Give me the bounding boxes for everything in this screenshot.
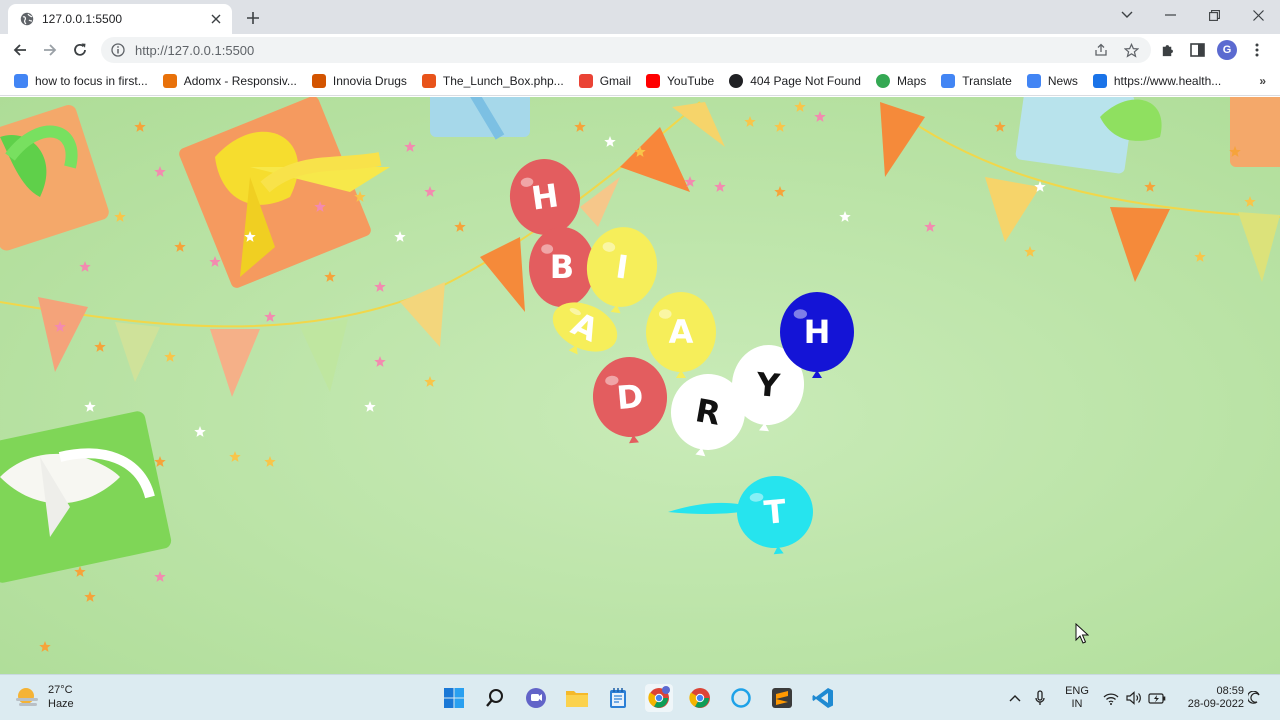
teams-icon[interactable] xyxy=(522,684,550,712)
maps-icon xyxy=(875,73,890,88)
battery-icon[interactable] xyxy=(1147,687,1167,709)
back-button[interactable] xyxy=(8,38,32,62)
restore-button[interactable] xyxy=(1192,0,1236,30)
globe-icon xyxy=(20,12,34,26)
bookmark-item[interactable]: News xyxy=(1026,73,1078,88)
weather-widget[interactable]: 27°C Haze xyxy=(14,683,74,711)
tab-title: 127.0.0.1:5500 xyxy=(42,12,123,26)
bookmark-item[interactable]: The_Lunch_Box.php... xyxy=(421,73,564,88)
bookmark-label: Gmail xyxy=(599,73,632,88)
bookmarks-bar: how to focus in first... Adomx - Responsi… xyxy=(0,66,1280,96)
browser-tab[interactable]: 127.0.0.1:5500 xyxy=(8,4,232,34)
menu-icon[interactable] xyxy=(1245,38,1269,62)
health-icon xyxy=(1092,73,1107,88)
extensions-icon[interactable] xyxy=(1155,38,1179,62)
info-icon[interactable] xyxy=(111,43,125,57)
notifications-icon[interactable] xyxy=(1246,687,1262,709)
bookmark-item[interactable]: Maps xyxy=(875,73,927,88)
system-clock[interactable]: 08:59 28-09-2022 xyxy=(1174,684,1244,712)
bookmark-item[interactable]: how to focus in first... xyxy=(14,73,148,88)
gift-box-image xyxy=(430,97,530,140)
language-indicator[interactable]: ENG IN xyxy=(1060,684,1094,712)
bookmark-item[interactable]: https://www.health... xyxy=(1092,73,1222,88)
forward-button[interactable] xyxy=(38,38,62,62)
google-icon xyxy=(14,73,28,88)
bookmark-label: 404 Page Not Found xyxy=(750,73,861,88)
show-hidden-icons-icon[interactable] xyxy=(1007,687,1023,709)
bookmark-label: YouTube xyxy=(667,73,715,88)
weather-temperature: 27°C xyxy=(48,684,73,696)
balloon-letter: T xyxy=(762,492,787,532)
haze-weather-icon xyxy=(14,684,40,710)
start-icon[interactable] xyxy=(440,684,468,712)
profile-avatar[interactable]: G xyxy=(1217,40,1237,60)
balloon-letter: A xyxy=(669,313,694,351)
language-code: ENG xyxy=(1065,685,1089,697)
vscode-icon[interactable] xyxy=(809,684,837,712)
balloon-letter: Y xyxy=(754,365,782,405)
innovia-icon xyxy=(311,73,326,88)
notepad-icon[interactable] xyxy=(604,684,632,712)
balloon-letter: D xyxy=(615,377,645,417)
mouse-cursor xyxy=(1075,622,1090,648)
lunchbox-icon xyxy=(421,73,436,88)
minimize-button[interactable] xyxy=(1148,0,1192,30)
microphone-icon[interactable] xyxy=(1032,687,1048,709)
reload-button[interactable] xyxy=(68,38,92,62)
share-icon[interactable] xyxy=(1091,40,1111,60)
file-explorer-icon[interactable] xyxy=(563,684,591,712)
bookmark-star-icon[interactable] xyxy=(1121,40,1141,60)
youtube-icon xyxy=(646,73,661,88)
bookmark-label: The_Lunch_Box.php... xyxy=(442,73,564,88)
bookmark-label: Translate xyxy=(962,73,1012,88)
bookmark-item[interactable]: Adomx - Responsiv... xyxy=(162,73,297,88)
search-icon[interactable] xyxy=(481,684,509,712)
bookmark-label: Adomx - Responsiv... xyxy=(183,73,297,88)
bookmark-label: https://www.health... xyxy=(1113,73,1222,88)
birthday-background: HB IA AD RYHT xyxy=(0,97,1280,674)
chrome-icon[interactable] xyxy=(686,684,714,712)
close-tab-icon[interactable] xyxy=(208,11,224,27)
news-icon xyxy=(1026,73,1041,88)
clock-date: 28-09-2022 xyxy=(1187,698,1244,710)
browser-toolbar: http://127.0.0.1:5500 xyxy=(0,34,1280,66)
tab-strip: 127.0.0.1:5500 xyxy=(0,0,1280,34)
bookmark-label: how to focus in first... xyxy=(35,73,148,88)
gmail-icon xyxy=(578,73,593,88)
bookmark-item[interactable]: Innovia Drugs xyxy=(311,73,407,88)
globe-icon xyxy=(729,73,744,88)
wifi-icon[interactable] xyxy=(1102,687,1120,709)
side-panel-icon[interactable] xyxy=(1185,38,1209,62)
new-tab-button[interactable] xyxy=(242,7,264,29)
h-logo-icon xyxy=(162,73,177,88)
url-text[interactable]: http://127.0.0.1:5500 xyxy=(135,43,1081,58)
sublime-text-icon[interactable] xyxy=(768,684,796,712)
bookmark-label: Innovia Drugs xyxy=(332,73,407,88)
close-window-button[interactable] xyxy=(1236,0,1280,30)
web-page-content: HBIAADRYHT xyxy=(0,97,1280,674)
volume-icon[interactable] xyxy=(1125,687,1143,709)
bookmark-item[interactable]: 404 Page Not Found xyxy=(729,73,861,88)
windows-taskbar: 27°C Haze ENG IN 08:59 28-09-2022 xyxy=(0,674,1280,720)
bookmark-item[interactable]: YouTube xyxy=(646,73,715,88)
bookmark-item[interactable]: Gmail xyxy=(578,73,632,88)
chrome-profile-icon[interactable] xyxy=(645,684,673,712)
bookmark-label: Maps xyxy=(896,73,927,88)
translate-icon xyxy=(941,73,956,88)
tab-search-icon[interactable] xyxy=(1105,0,1149,30)
cortana-icon[interactable] xyxy=(727,684,755,712)
language-region: IN xyxy=(1071,698,1083,710)
balloon-letter: H xyxy=(804,313,831,351)
clock-time: 08:59 xyxy=(1216,685,1244,697)
more-bookmarks-icon[interactable]: » xyxy=(1259,74,1266,88)
balloon-letter: B xyxy=(550,248,574,286)
weather-condition: Haze xyxy=(48,698,74,710)
bookmark-item[interactable]: Translate xyxy=(941,73,1012,88)
address-bar[interactable]: http://127.0.0.1:5500 xyxy=(101,37,1151,63)
bookmark-label: News xyxy=(1047,73,1078,88)
balloon-letter: H xyxy=(529,176,561,217)
